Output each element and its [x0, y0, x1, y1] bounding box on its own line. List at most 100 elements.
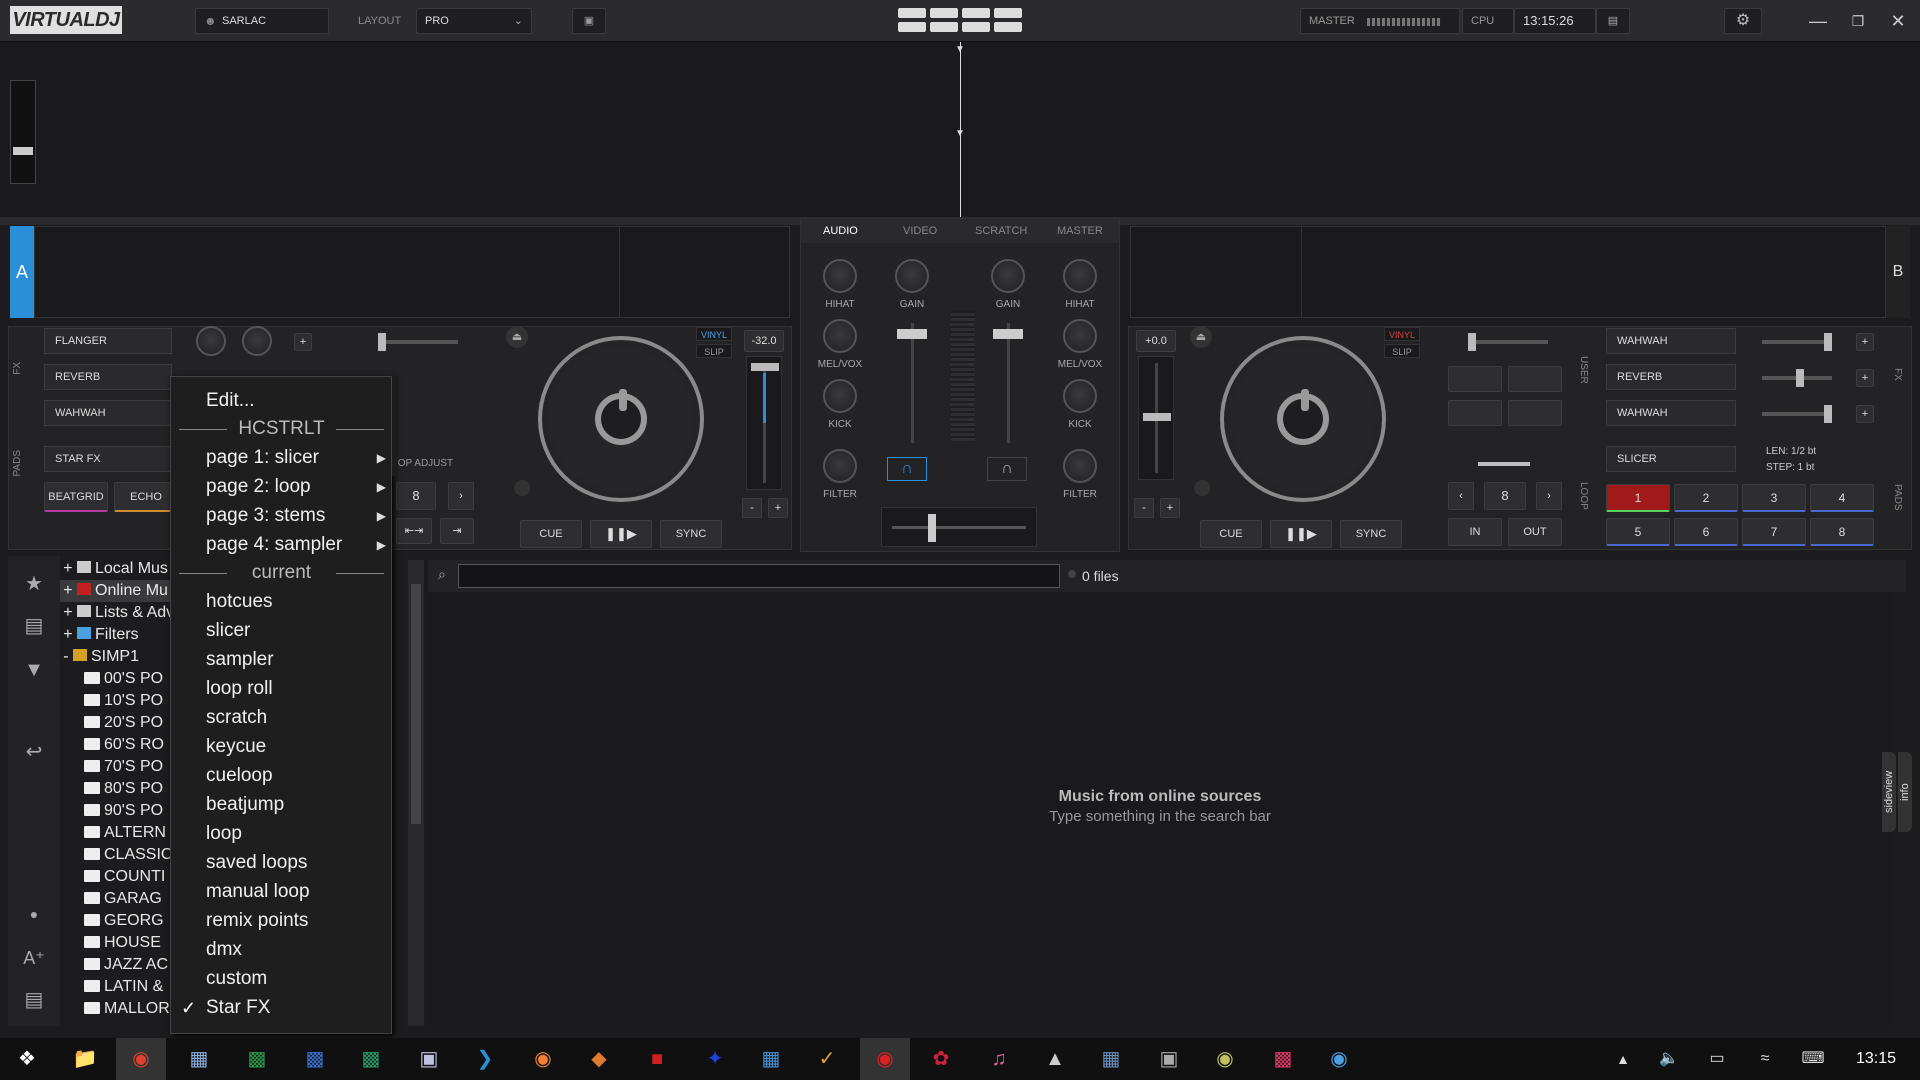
record-icon[interactable]: ● [14, 896, 54, 932]
word-icon[interactable]: ▩ [290, 1038, 340, 1080]
gain-knob[interactable] [991, 259, 1025, 293]
calendar-icon[interactable]: ▤ [1596, 8, 1630, 34]
deck-a-letter[interactable]: A [10, 226, 34, 318]
vinyl-button[interactable]: VINYL [1384, 327, 1420, 341]
deck-b-jogwheel[interactable] [1220, 336, 1386, 502]
headphones-icon[interactable]: ∩ [887, 457, 927, 481]
fx-param-slider[interactable] [1762, 405, 1832, 423]
deck-a-fx2-select[interactable]: REVERB [44, 364, 172, 390]
folder-item[interactable]: 10'S PO [84, 690, 180, 712]
windows-start-icon[interactable]: ❖ [2, 1038, 52, 1080]
deck-b-pads-mode-select[interactable]: SLICER [1606, 446, 1736, 472]
slip-button[interactable]: SLIP [1384, 344, 1420, 358]
tab-scratch[interactable]: SCRATCH [975, 225, 1027, 237]
menu-item-page3[interactable]: page 3: stems ▶ [206, 502, 392, 530]
app-icon[interactable]: ◉ [1314, 1038, 1364, 1080]
tree-item-simp1[interactable]: - SIMP1 [60, 646, 180, 668]
folder-item[interactable]: HOUSE [84, 932, 180, 954]
slicer-pad[interactable]: 5 [1606, 518, 1670, 546]
show-hidden-icons[interactable]: ▲ [1598, 1038, 1648, 1080]
vinyl-button[interactable]: VINYL [696, 327, 732, 341]
loop-next-icon[interactable]: › [448, 482, 474, 510]
file-list[interactable]: Music from online sources Type something… [428, 592, 1892, 1026]
slicer-pad[interactable]: 8 [1810, 518, 1874, 546]
menu-item-dmx[interactable]: dmx [206, 936, 242, 964]
menu-item-sampler[interactable]: sampler [206, 646, 274, 674]
folder-item[interactable]: COUNTI [84, 866, 180, 888]
slicer-pad[interactable]: 2 [1674, 484, 1738, 512]
folder-item[interactable]: GARAG [84, 888, 180, 910]
deck-b-pitch-slider[interactable] [1138, 356, 1174, 480]
deck-b-sync-button[interactable]: SYNC [1340, 520, 1402, 548]
cube-icon[interactable]: ▣ [572, 8, 606, 34]
deck-a-jogwheel[interactable] [538, 336, 704, 502]
loop-in-button[interactable]: IN [1448, 518, 1502, 546]
slicer-step[interactable]: STEP: 1 bt [1766, 462, 1814, 473]
taskbar-clock[interactable]: 13:15 [1844, 1038, 1908, 1080]
add-fx-button[interactable]: + [1856, 369, 1874, 387]
tree-scrollbar[interactable] [408, 560, 424, 1026]
deck-a-fx3-select[interactable]: WAHWAH [44, 400, 172, 426]
close-icon[interactable]: ✕ [1878, 0, 1918, 42]
pitch-plus-button[interactable]: + [1160, 498, 1180, 518]
folder-item[interactable]: 90'S PO [84, 800, 180, 822]
menu-item-edit[interactable]: Edit... [206, 387, 255, 415]
deck-a-overview[interactable] [34, 226, 790, 318]
expand-icon[interactable]: ▤ [14, 982, 54, 1018]
tab-audio[interactable]: AUDIO [823, 225, 858, 237]
folder-item[interactable]: 60'S RO [84, 734, 180, 756]
menu-item-hotcues[interactable]: hotcues [206, 588, 273, 616]
folder-item[interactable]: MALLOR [84, 998, 180, 1020]
echo-pad[interactable]: ECHO [114, 482, 178, 512]
slicer-pad[interactable]: 6 [1674, 518, 1738, 546]
sync-lock-icon[interactable] [1194, 480, 1210, 496]
app-icon[interactable]: ▦ [746, 1038, 796, 1080]
user-selector[interactable]: ☻ SARLAC [195, 8, 329, 34]
deck-a-pitch-slider[interactable] [746, 356, 782, 490]
deck-b-letter[interactable]: B [1886, 226, 1910, 318]
filter-icon[interactable]: ▼ [14, 652, 54, 688]
deck-a-sync-button[interactable]: SYNC [660, 520, 722, 548]
menu-item-remix-points[interactable]: remix points [206, 907, 308, 935]
menu-item-page1[interactable]: page 1: slicer ▶ [206, 444, 392, 472]
app-icon[interactable]: ▦ [1086, 1038, 1136, 1080]
tree-item-local-music[interactable]: + Local Mus [60, 558, 180, 580]
headphones-icon[interactable]: ∩ [987, 457, 1027, 481]
project-icon[interactable]: ▩ [346, 1038, 396, 1080]
menu-item-page4[interactable]: page 4: sampler ▶ [206, 531, 392, 559]
deck-b-slot[interactable] [1448, 400, 1502, 426]
pitch-minus-button[interactable]: - [742, 498, 762, 518]
app-icon[interactable]: ■ [632, 1038, 682, 1080]
deck-b-play-pause-icon[interactable]: ❚❚▶ [1270, 520, 1332, 548]
loop-size[interactable]: 8 [1484, 482, 1526, 510]
folder-item[interactable]: GEORG [84, 910, 180, 932]
pitch-minus-button[interactable]: - [1134, 498, 1154, 518]
filter-knob[interactable] [823, 449, 857, 483]
menu-item-scratch[interactable]: scratch [206, 704, 267, 732]
folder-item[interactable]: 00'S PO [84, 668, 180, 690]
deck-a-fx-slider[interactable] [378, 333, 458, 351]
melvox-knob[interactable] [823, 319, 857, 353]
volume-fader-right[interactable] [993, 323, 1023, 443]
loop-out-icon[interactable]: ⇥ [440, 518, 474, 544]
loop-size[interactable]: 8 [396, 482, 436, 510]
minimize-icon[interactable]: — [1798, 0, 1838, 42]
deck-b-fx-slider[interactable] [1468, 333, 1548, 351]
gain-knob[interactable] [895, 259, 929, 293]
excel-icon[interactable]: ▩ [232, 1038, 282, 1080]
deck-a-pads-mode-select[interactable]: STAR FX [44, 446, 172, 472]
kick-knob[interactable] [1063, 379, 1097, 413]
deck-b-slot[interactable] [1448, 366, 1502, 392]
folder-item[interactable]: ALTERN [84, 822, 180, 844]
menu-item-beatjump[interactable]: beatjump [206, 791, 284, 819]
font-size-icon[interactable]: A⁺ [14, 940, 54, 976]
sideview-tab[interactable]: sideview [1882, 752, 1896, 832]
deck-a-play-pause-icon[interactable]: ❚❚▶ [590, 520, 652, 548]
chrome-icon[interactable]: ◉ [116, 1038, 166, 1080]
slicer-pad[interactable]: 7 [1742, 518, 1806, 546]
tab-master[interactable]: MASTER [1057, 225, 1103, 237]
powershell-icon[interactable]: ❯ [460, 1038, 510, 1080]
loop-prev-icon[interactable]: ‹ [1448, 482, 1474, 510]
menu-item-star-fx[interactable]: Star FX [206, 994, 270, 1022]
fx-param-slider[interactable] [1762, 369, 1832, 387]
